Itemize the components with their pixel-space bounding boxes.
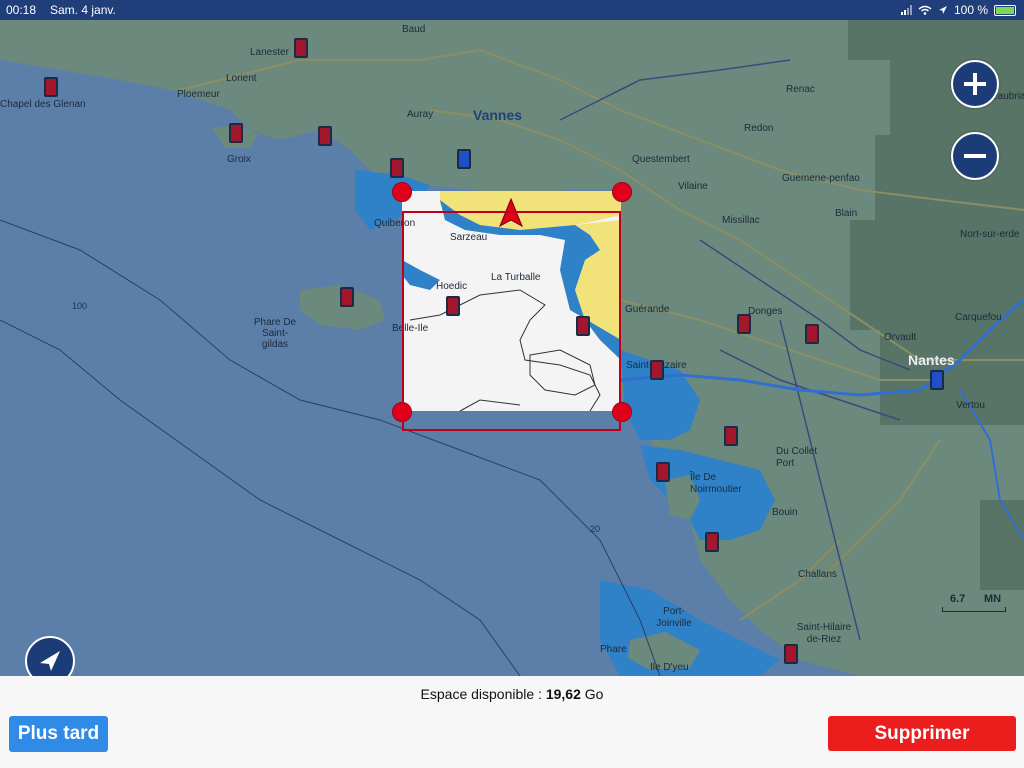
locate-me-button[interactable]	[25, 636, 75, 676]
status-time: 00:18	[6, 3, 37, 17]
marina-marker-icon[interactable]	[229, 123, 243, 143]
map-place: Bouin	[772, 507, 798, 518]
depth-sounding: 20	[590, 524, 601, 534]
map-place: Phare	[600, 644, 627, 655]
map-place: Du Collet Port	[776, 446, 818, 469]
available-space: Espace disponible : 19,62 Go	[0, 686, 1024, 702]
marina-marker-icon[interactable]	[724, 426, 738, 446]
map-city-vannes: Vannes	[473, 107, 523, 123]
marina-marker-icon[interactable]	[340, 287, 354, 307]
marina-marker-icon[interactable]	[784, 644, 798, 664]
status-date: Sam. 4 janv.	[50, 3, 116, 17]
map-place: Ploemeur	[177, 89, 220, 100]
marina-marker-icon[interactable]	[656, 462, 670, 482]
depth-sounding: 100	[72, 301, 88, 311]
map-city-nantes: Nantes	[908, 352, 955, 368]
map-place: Missillac	[722, 215, 760, 226]
location-arrow-icon	[938, 6, 947, 14]
bottom-panel: Espace disponible : 19,62 Go Plus tard S…	[0, 676, 1024, 768]
marina-marker-icon[interactable]	[737, 314, 751, 334]
map-place: Baud	[402, 24, 426, 35]
download-selection-area[interactable]	[402, 211, 621, 431]
scale-bar	[942, 607, 1006, 612]
space-unit: Go	[584, 686, 604, 702]
marina-marker-icon[interactable]	[390, 158, 404, 178]
zoom-out-button[interactable]	[951, 132, 999, 180]
marina-marker-icon[interactable]	[705, 532, 719, 552]
map-place: Île De Noirmoutier	[690, 472, 742, 495]
marina-marker-icon[interactable]	[457, 149, 471, 169]
map-place: Questembert	[632, 154, 690, 165]
map-place: Blain	[835, 208, 858, 219]
marina-marker-icon[interactable]	[650, 360, 664, 380]
map-place: Vilaine	[678, 181, 708, 192]
map-place: Nort-sur-erde	[960, 229, 1020, 240]
map-place: Orvault	[884, 332, 917, 343]
map-place: Ile D'yeu	[650, 662, 689, 673]
map-place: Auray	[407, 109, 434, 120]
nautical-map[interactable]: Vannes Nantes Baud Lanester Lorient Ploe…	[0, 20, 1024, 676]
marina-marker-icon[interactable]	[318, 126, 332, 146]
map-place: Renac	[786, 84, 815, 95]
map-place: Chapel des Glenan	[0, 99, 86, 110]
delete-button[interactable]: Supprimer	[828, 716, 1016, 751]
space-value: 19,62	[545, 686, 581, 702]
marina-marker-icon[interactable]	[44, 77, 58, 97]
selection-handle-top-right[interactable]	[612, 182, 632, 202]
battery-percent: 100 %	[953, 3, 988, 17]
map-place: Guemene-penfao	[782, 173, 860, 184]
status-bar: 00:18 Sam. 4 janv. 100 %	[0, 0, 1024, 20]
space-label: Espace disponible :	[420, 686, 542, 702]
selection-handle-bottom-left[interactable]	[392, 402, 412, 422]
map-scale: 6.7 MN	[942, 593, 1006, 612]
map-place: Groix	[227, 154, 251, 165]
scale-value: 6.7	[950, 593, 966, 605]
map-place: Vertou	[956, 400, 985, 411]
battery-charging-icon	[994, 4, 1016, 16]
map-place: Lanester	[250, 47, 289, 58]
marina-marker-icon[interactable]	[805, 324, 819, 344]
marina-marker-icon[interactable]	[930, 370, 944, 390]
later-button[interactable]: Plus tard	[9, 716, 108, 752]
map-place: Donges	[748, 306, 783, 317]
map-place: Guérande	[625, 304, 670, 315]
map-place: Saint-Hilaire de-Riez	[796, 622, 852, 645]
map-place: Challans	[798, 569, 837, 580]
marina-marker-icon[interactable]	[294, 38, 308, 58]
signal-icon	[900, 5, 912, 15]
map-place: Port-Joinville	[656, 606, 692, 629]
map-place: Phare De Saint-gildas	[253, 317, 297, 350]
selection-handle-bottom-right[interactable]	[612, 402, 632, 422]
wifi-icon	[918, 5, 932, 15]
scale-unit: MN	[984, 593, 1002, 605]
zoom-in-button[interactable]	[951, 60, 999, 108]
map-place: Lorient	[226, 73, 257, 84]
map-place: Redon	[744, 123, 774, 134]
status-right: 100 %	[900, 3, 1016, 17]
navigation-arrow-icon	[40, 651, 60, 671]
selection-handle-top-left[interactable]	[392, 182, 412, 202]
map-place: Carquefou	[955, 312, 1002, 323]
